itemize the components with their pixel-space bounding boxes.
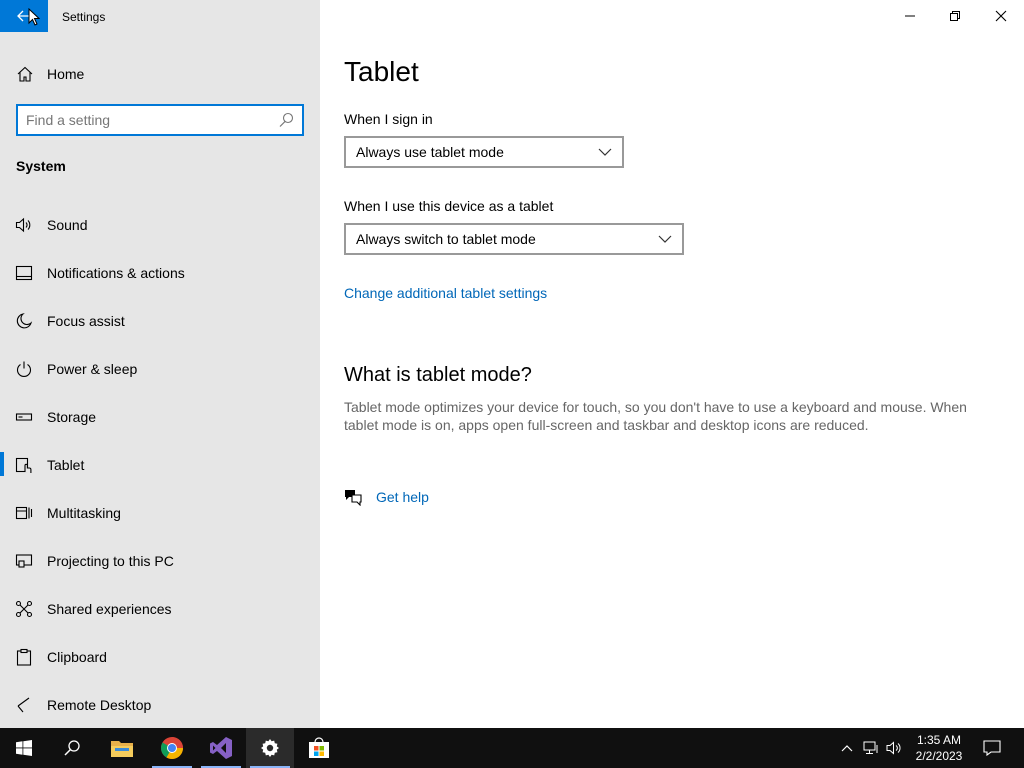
multitasking-icon [15,506,33,520]
taskbar-clock[interactable]: 1:35 AM 2/2/2023 [906,732,972,764]
sidebar-item-label: Shared experiences [47,601,172,617]
sidebar-item-notifications[interactable]: Notifications & actions [0,248,320,296]
projecting-icon [15,554,33,568]
sidebar: Settings Home System Sound Notificatio [0,0,320,728]
device-tablet-dropdown[interactable]: Always switch to tablet mode [344,223,684,255]
sidebar-item-label: Remote Desktop [47,697,152,713]
close-icon [995,10,1007,22]
file-explorer-icon [111,741,133,757]
sidebar-item-home[interactable]: Home [0,56,320,90]
close-button[interactable] [978,0,1024,32]
sidebar-item-remote-desktop[interactable]: Remote Desktop [0,680,320,728]
minimize-button[interactable] [887,0,933,32]
sidebar-nav: Sound Notifications & actions Focus assi… [0,200,320,728]
sidebar-item-focus-assist[interactable]: Focus assist [0,296,320,344]
sidebar-item-label: Sound [47,217,88,233]
sidebar-item-storage[interactable]: Storage [0,392,320,440]
home-icon [17,66,33,82]
device-tablet-label: When I use this device as a tablet [344,198,554,214]
app-title: Settings [62,10,106,24]
tray-network-button[interactable] [860,728,882,768]
sidebar-item-label: Storage [47,409,97,425]
chat-help-icon[interactable] [344,488,362,506]
clipboard-icon [16,648,32,666]
back-button[interactable] [0,0,48,32]
taskbar-chrome[interactable] [148,728,196,768]
chrome-icon [161,737,183,759]
sidebar-item-clipboard[interactable]: Clipboard [0,632,320,680]
clock-time: 1:35 AM [916,733,962,747]
shared-icon [15,600,33,618]
chevron-down-icon [658,235,672,243]
device-tablet-dropdown-value: Always switch to tablet mode [356,231,536,247]
clock-date: 2/2/2023 [915,749,963,763]
section-title: System [16,158,66,174]
restore-button[interactable] [932,0,978,32]
sidebar-item-multitasking[interactable]: Multitasking [0,488,320,536]
mouse-cursor-icon [28,8,40,26]
sidebar-item-label: Focus assist [47,313,125,329]
start-button[interactable] [0,728,48,768]
taskbar: 1:35 AM 2/2/2023 [0,728,1024,768]
visual-studio-icon [210,737,232,759]
remote-desktop-icon [17,697,30,713]
volume-icon [886,741,901,755]
notification-icon [15,265,33,281]
store-icon [309,737,329,758]
power-icon [16,361,32,378]
additional-tablet-settings-link[interactable]: Change additional tablet settings [344,285,547,301]
sidebar-item-label: Clipboard [47,649,107,665]
sidebar-item-shared-experiences[interactable]: Shared experiences [0,584,320,632]
tray-volume-button[interactable] [884,728,904,768]
taskbar-store[interactable] [295,728,343,768]
taskbar-search-button[interactable] [48,728,96,768]
taskbar-visual-studio[interactable] [197,728,245,768]
network-icon [863,741,878,754]
what-is-tablet-mode-heading: What is tablet mode? [344,364,532,386]
taskbar-file-explorer[interactable] [98,728,146,768]
search-input[interactable] [26,111,271,129]
action-center-button[interactable] [978,728,1006,768]
sidebar-item-label: Projecting to this PC [47,553,174,569]
minimize-icon [905,15,915,17]
get-help-link[interactable]: Get help [376,489,429,505]
settings-icon [261,739,279,757]
storage-icon [15,413,33,421]
restore-icon [950,11,960,21]
search-icon [64,740,80,756]
sidebar-item-power-sleep[interactable]: Power & sleep [0,344,320,392]
tray-overflow-button[interactable] [838,728,856,768]
chevron-up-icon [841,745,853,752]
sidebar-item-label: Notifications & actions [47,265,185,281]
notification-icon [983,740,1001,756]
sidebar-item-label: Power & sleep [47,361,138,377]
sidebar-item-sound[interactable]: Sound [0,200,320,248]
sidebar-item-label: Multitasking [47,505,121,521]
taskbar-settings[interactable] [246,728,294,768]
sidebar-item-label: Tablet [47,457,85,473]
chevron-down-icon [598,148,612,156]
moon-icon [16,313,33,329]
tablet-icon [15,457,32,473]
sidebar-item-projecting[interactable]: Projecting to this PC [0,536,320,584]
sign-in-label: When I sign in [344,111,433,127]
start-icon [16,740,32,756]
search-icon[interactable] [278,112,294,128]
speaker-icon [15,217,31,233]
tablet-mode-description: Tablet mode optimizes your device for to… [344,399,967,433]
home-label: Home [47,66,85,82]
sign-in-dropdown-value: Always use tablet mode [356,144,504,160]
page-title: Tablet [344,56,419,87]
sign-in-dropdown[interactable]: Always use tablet mode [344,136,624,168]
search-box[interactable] [16,104,304,136]
sidebar-item-tablet[interactable]: Tablet [0,440,320,488]
